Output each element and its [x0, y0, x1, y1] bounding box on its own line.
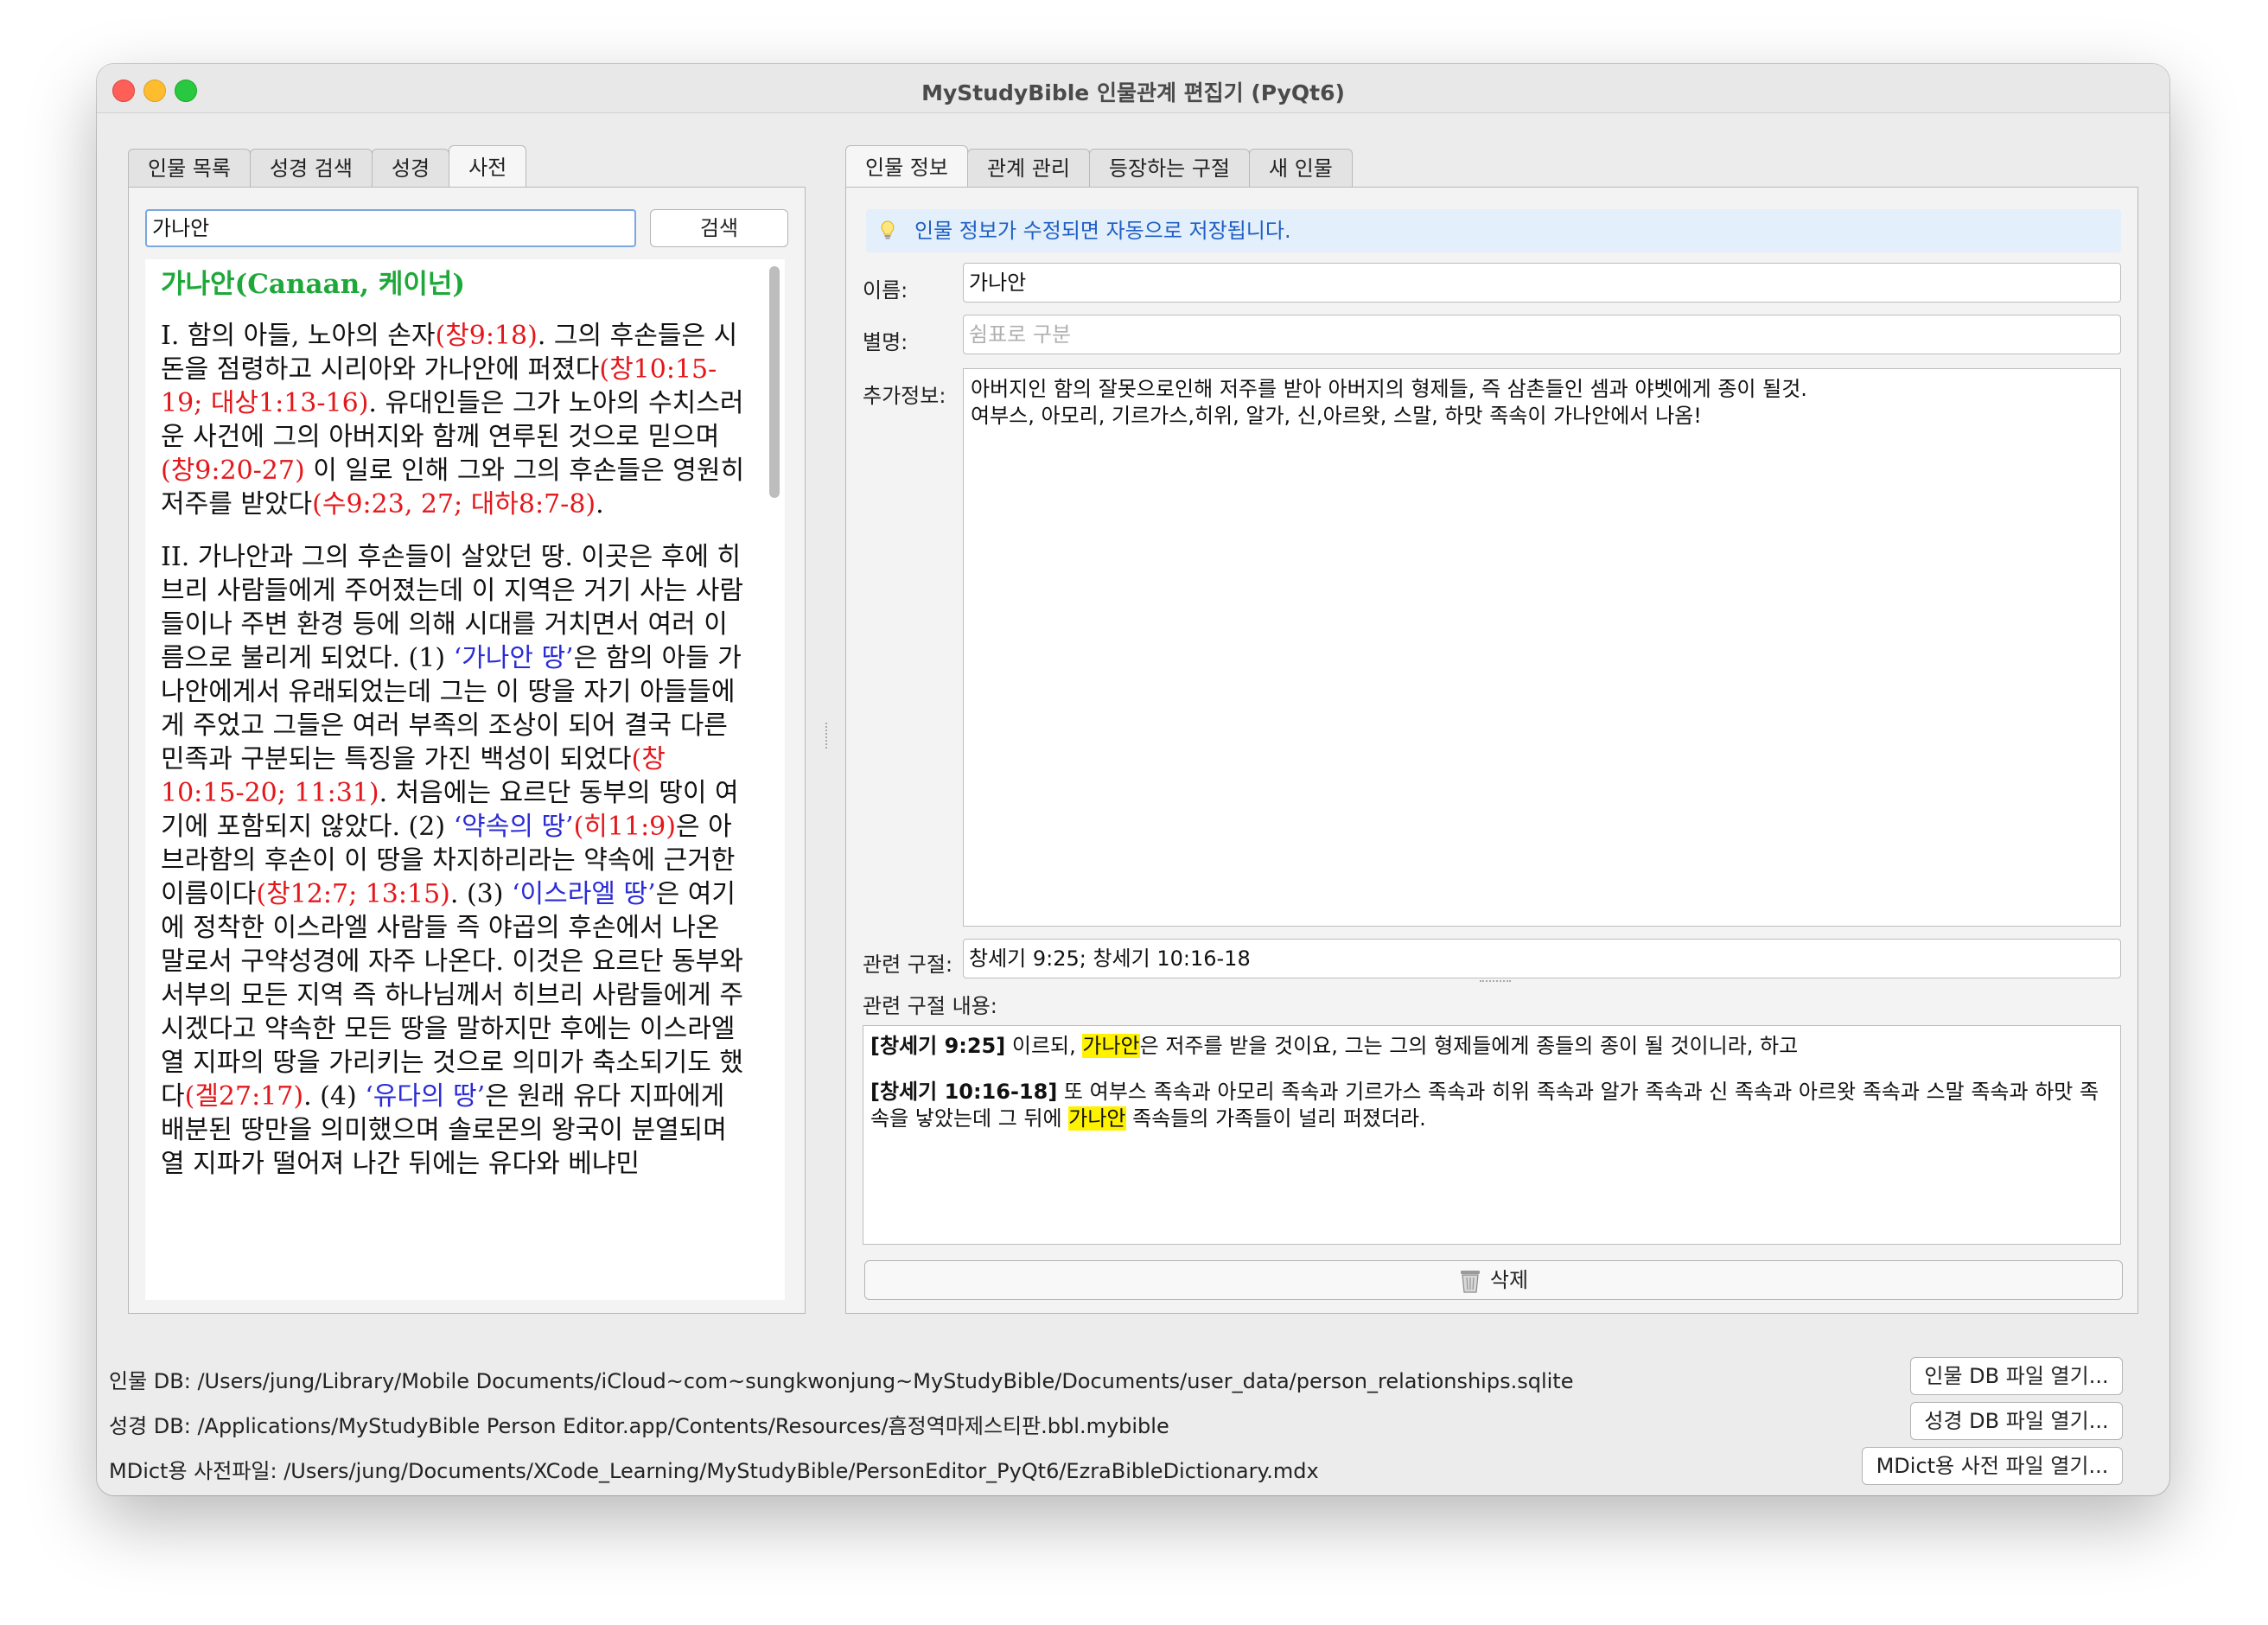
related-verse-content-label: 관련 구절 내용: [863, 994, 997, 1018]
dictionary-text: . [596, 489, 604, 519]
tab-person-list[interactable]: 인물 목록 [128, 149, 251, 187]
tab-bible-search[interactable]: 성경 검색 [249, 149, 373, 187]
name-label: 이름: [863, 278, 908, 303]
tab-bible[interactable]: 성경 [371, 149, 450, 187]
term-highlight: ‘이스라엘 땅’ [512, 879, 656, 909]
bible-db-path: 성경 DB: /Applications/MyStudyBible Person… [109, 1414, 1169, 1438]
mdict-path: MDict용 사전파일: /Users/jung/Documents/XCode… [109, 1459, 1319, 1483]
verse-text: 족속들의 가족들이 널리 퍼졌더라. [1125, 1106, 1426, 1131]
open-mdict-button[interactable]: MDict용 사전 파일 열기... [1862, 1447, 2123, 1485]
tab-relationship-management[interactable]: 관계 관리 [966, 149, 1090, 187]
left-tab-bar: 인물 목록 성경 검색 성경 사전 [128, 145, 527, 187]
dictionary-search-button[interactable]: 검색 [650, 209, 788, 247]
delete-person-button[interactable]: 삭제 [864, 1260, 2123, 1300]
dictionary-search-input[interactable]: 가나안 [145, 209, 636, 247]
dictionary-scrollbar[interactable] [769, 266, 780, 498]
dictionary-paragraph-2: II. 가나안과 그의 후손들이 살았던 땅. 이곳은 후에 히브리 사람들에게… [161, 540, 749, 1181]
scripture-reference[interactable]: (창9:18) [435, 321, 537, 351]
resize-grip[interactable] [1480, 980, 1511, 985]
open-bible-db-button[interactable]: 성경 DB 파일 열기... [1910, 1402, 2123, 1440]
dictionary-content[interactable]: 가나안(Canaan, 케이넌) I. 함의 아들, 노아의 손자(창9:18)… [145, 259, 785, 1300]
tab-new-person[interactable]: 새 인물 [1249, 149, 1353, 187]
term-highlight: ‘약속의 땅’ [453, 812, 574, 842]
scripture-reference[interactable]: (창12:7; 13:15) [256, 879, 449, 909]
related-verses-label: 관련 구절: [863, 953, 953, 977]
person-db-path: 인물 DB: /Users/jung/Library/Mobile Docume… [109, 1369, 1574, 1393]
title-bar: MyStudyBible 인물관계 편집기 (PyQt6) [97, 64, 2169, 113]
dictionary-paragraph-1: I. 함의 아들, 노아의 손자(창9:18). 그의 후손들은 시돈을 점령하… [161, 319, 749, 521]
dictionary-text: I. 함의 아들, 노아의 손자 [161, 321, 436, 351]
splitter-handle[interactable] [825, 723, 831, 749]
verse-ref: [창세기 9:25] [870, 1034, 1006, 1058]
extra-info-line-1: 아버지인 함의 잘못으로인해 저주를 받아 아버지의 형제들, 즉 삼촌들인 셈… [971, 377, 1807, 401]
dictionary-entry-title: 가나안(Canaan, 케이넌) [161, 269, 466, 300]
open-person-db-button[interactable]: 인물 DB 파일 열기... [1910, 1357, 2123, 1395]
extra-info-line-2: 여부스, 아모리, 기르가스,히위, 알가, 신,아르왓, 스말, 하맛 족속이… [971, 404, 1702, 428]
delete-button-label: 삭제 [1489, 1268, 1529, 1292]
lightbulb-icon [881, 220, 895, 239]
scripture-reference[interactable]: (겔27:17) [185, 1081, 303, 1112]
term-highlight: ‘유다의 땅’ [365, 1081, 486, 1112]
trash-icon [1460, 1271, 1480, 1293]
verse-text: 이르되, [1005, 1034, 1083, 1058]
verse-entry-1: [창세기 9:25] 이르되, 가나안은 저주를 받을 것이요, 그는 그의 형… [870, 1033, 2113, 1060]
autosave-info-bar: 인물 정보가 수정되면 자동으로 저장됩니다. [866, 209, 2121, 252]
name-field[interactable]: 가나안 [963, 263, 2121, 303]
dictionary-text: . (3) [449, 879, 512, 909]
alias-field[interactable]: 쉼표로 구분 [963, 315, 2121, 354]
highlighted-term: 가나안 [1082, 1034, 1140, 1058]
right-tab-bar: 인물 정보 관계 관리 등장하는 구절 새 인물 [845, 145, 1353, 187]
dictionary-text: . (4) [303, 1081, 366, 1112]
highlighted-term: 가나안 [1068, 1106, 1126, 1131]
alias-label: 별명: [863, 330, 908, 354]
autosave-info-text: 인물 정보가 수정되면 자동으로 저장됩니다. [914, 219, 1291, 243]
scripture-reference[interactable]: (히11:9) [574, 812, 676, 842]
verse-text: 은 저주를 받을 것이요, 그는 그의 형제들에게 종들의 종이 될 것이니라,… [1139, 1034, 1799, 1058]
verse-ref: [창세기 10:16-18] [870, 1080, 1058, 1104]
scripture-reference[interactable]: (수9:23, 27; 대하8:7-8) [312, 489, 596, 519]
dictionary-text: 은 여기에 정착한 이스라엘 사람들 즉 야곱의 후손에서 나온 말로서 구약성… [161, 879, 743, 1112]
related-verse-content[interactable]: [창세기 9:25] 이르되, 가나안은 저주를 받을 것이요, 그는 그의 형… [863, 1025, 2121, 1245]
related-verses-field[interactable]: 창세기 9:25; 창세기 10:16-18 [963, 939, 2121, 978]
tab-person-info[interactable]: 인물 정보 [845, 145, 968, 187]
window-title: MyStudyBible 인물관계 편집기 (PyQt6) [921, 80, 1345, 105]
tab-appearing-verses[interactable]: 등장하는 구절 [1088, 149, 1251, 187]
extra-info-textarea[interactable]: 아버지인 함의 잘못으로인해 저주를 받아 아버지의 형제들, 즉 삼촌들인 셈… [963, 368, 2121, 927]
scripture-reference[interactable]: (창9:20-27) [161, 456, 305, 486]
term-highlight: ‘가나안 땅’ [453, 643, 574, 673]
verse-entry-2: [창세기 10:16-18] 또 여부스 족속과 아모리 족속과 기르가스 족속… [870, 1079, 2113, 1132]
tab-dictionary[interactable]: 사전 [449, 145, 527, 187]
extra-info-label: 추가정보: [863, 384, 946, 408]
